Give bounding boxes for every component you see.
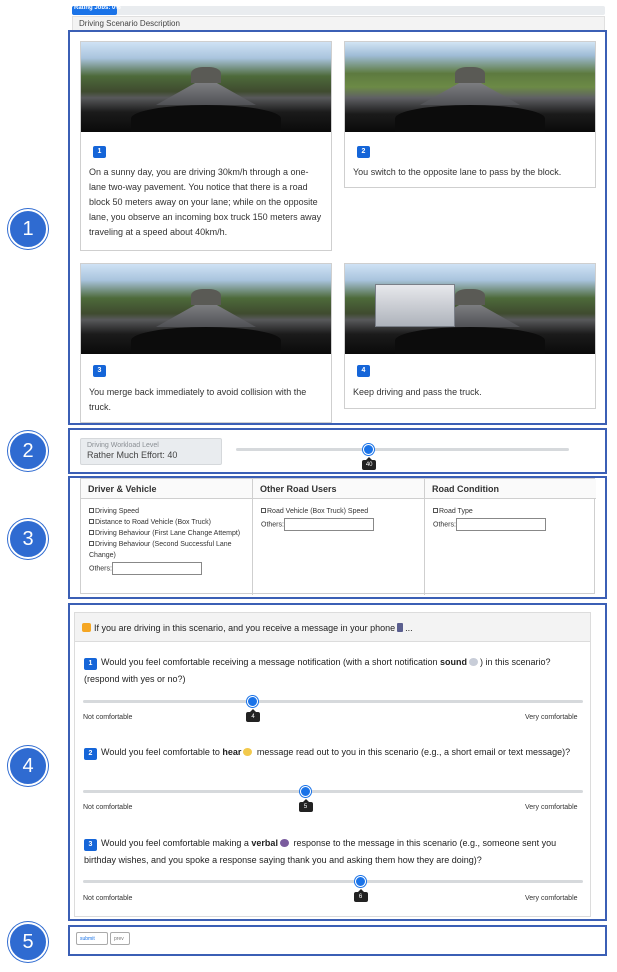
- question-3-slider-track[interactable]: [83, 880, 583, 883]
- workload-slider-track[interactable]: [236, 448, 569, 451]
- question-1-slider-value: 4: [246, 709, 260, 722]
- question-2-slider-thumb[interactable]: [299, 786, 311, 797]
- factor-header: Road Condition: [425, 479, 596, 499]
- question-2: 2 Would you feel comfortable to hear mess…: [84, 744, 580, 761]
- section-number-4: 4: [8, 746, 48, 786]
- question-3-max-label: Very comfortable: [525, 895, 578, 902]
- others-input[interactable]: [111, 562, 202, 575]
- question-2-slider-value: 5: [298, 799, 313, 812]
- factor-column-road-condition: Road Condition Road Type Others:: [425, 479, 596, 595]
- questions-intro: If you are driving in this scenario, and…: [75, 613, 590, 642]
- scenario-card-2: 2 You switch to the opposite lane to pas…: [344, 41, 596, 188]
- scenario-text-1: On a sunny day, you are driving 30km/h t…: [89, 167, 322, 237]
- workload-display: Driving Workload Level Rather Much Effor…: [80, 438, 222, 465]
- scenario-header: Driving Scenario Description: [72, 16, 605, 31]
- section-number-5: 5: [8, 922, 48, 962]
- speaker-icon: [469, 658, 479, 666]
- truck-image: [375, 283, 455, 327]
- factor-option[interactable]: Driving Speed: [89, 506, 244, 517]
- ear-icon: [243, 748, 253, 756]
- question-3-slider-thumb[interactable]: [354, 876, 366, 887]
- others-label: Others:: [433, 521, 456, 529]
- scenario-badge-1: 1: [93, 146, 106, 158]
- factors-table: Driver & Vehicle Driving Speed Distance …: [80, 478, 596, 595]
- progress-label: Rating Jobs: 0%: [74, 5, 121, 11]
- scenario-badge-3: 3: [93, 365, 106, 377]
- scenario-image-1: [81, 42, 331, 132]
- others-label: Others:: [89, 565, 112, 573]
- factor-header: Driver & Vehicle: [81, 479, 252, 499]
- factor-option[interactable]: Driving Behaviour (First Lane Change Att…: [89, 528, 244, 539]
- scenario-card-4: 4 Keep driving and pass the truck.: [344, 263, 596, 409]
- question-2-max-label: Very comfortable: [525, 804, 578, 811]
- scenario-image-3: [81, 264, 331, 354]
- checkbox[interactable]: [433, 508, 438, 513]
- factor-option[interactable]: Road Vehicle (Box Truck) Speed: [261, 506, 416, 517]
- others-input[interactable]: [455, 518, 546, 531]
- section-frame-buttons: [68, 925, 607, 956]
- question-3-min-label: Not comfortable: [83, 895, 133, 902]
- question-1-slider-track[interactable]: [83, 700, 583, 703]
- scenario-card-1: 1 On a sunny day, you are driving 30km/h…: [80, 41, 332, 251]
- factor-option[interactable]: Driving Behaviour (Second Successful Lan…: [89, 539, 244, 561]
- factor-column-other-road-users: Other Road Users Road Vehicle (Box Truck…: [253, 479, 425, 595]
- section-number-3: 3: [8, 519, 48, 559]
- speaking-head-icon: [279, 839, 289, 847]
- workload-value: Rather Much Effort: 40: [87, 450, 178, 460]
- checkbox[interactable]: [89, 541, 94, 546]
- scenario-image-4: [345, 264, 595, 354]
- factor-option[interactable]: Distance to Road Vehicle (Box Truck): [89, 517, 244, 528]
- progress-bar: Rating Jobs: 0%: [72, 5, 605, 15]
- checkbox[interactable]: [89, 530, 94, 535]
- scenario-badge-2: 2: [357, 146, 370, 158]
- question-3: 3 Would you feel comfortable making a ver…: [84, 838, 557, 865]
- phone-icon: [397, 623, 404, 632]
- scenario-text-2: You switch to the opposite lane to pass …: [353, 167, 562, 177]
- prev-button[interactable]: prev: [110, 932, 130, 945]
- section-number-2: 2: [8, 431, 48, 471]
- question-3-slider-value: 6: [353, 889, 368, 902]
- message-icon: [82, 623, 91, 632]
- question-1: 1 Would you feel comfortable receiving a …: [84, 657, 551, 684]
- workload-label: Driving Workload Level: [87, 442, 159, 449]
- checkbox[interactable]: [89, 519, 94, 524]
- checkbox[interactable]: [89, 508, 94, 513]
- section-number-1: 1: [8, 209, 48, 249]
- question-1-slider-thumb[interactable]: [247, 696, 258, 707]
- scenario-image-2: [345, 42, 595, 132]
- questions-panel: If you are driving in this scenario, and…: [74, 612, 591, 917]
- question-1-min-label: Not comfortable: [83, 714, 133, 721]
- others-label: Others:: [261, 521, 284, 529]
- scenario-text-4: Keep driving and pass the truck.: [353, 387, 482, 397]
- submit-button[interactable]: submit: [76, 932, 108, 945]
- scenario-text-3: You merge back immediately to avoid coll…: [89, 387, 307, 412]
- scenario-card-3: 3 You merge back immediately to avoid co…: [80, 263, 332, 423]
- scenario-badge-4: 4: [357, 365, 370, 377]
- others-input[interactable]: [283, 518, 374, 531]
- factor-column-driver-vehicle: Driver & Vehicle Driving Speed Distance …: [81, 479, 253, 595]
- factor-header: Other Road Users: [253, 479, 424, 499]
- factor-option[interactable]: Road Type: [433, 506, 588, 517]
- checkbox[interactable]: [261, 508, 266, 513]
- question-2-slider-track[interactable]: [83, 790, 583, 793]
- question-1-max-label: Very comfortable: [525, 714, 578, 721]
- question-2-min-label: Not comfortable: [83, 804, 133, 811]
- workload-slider-value: 40: [362, 457, 377, 470]
